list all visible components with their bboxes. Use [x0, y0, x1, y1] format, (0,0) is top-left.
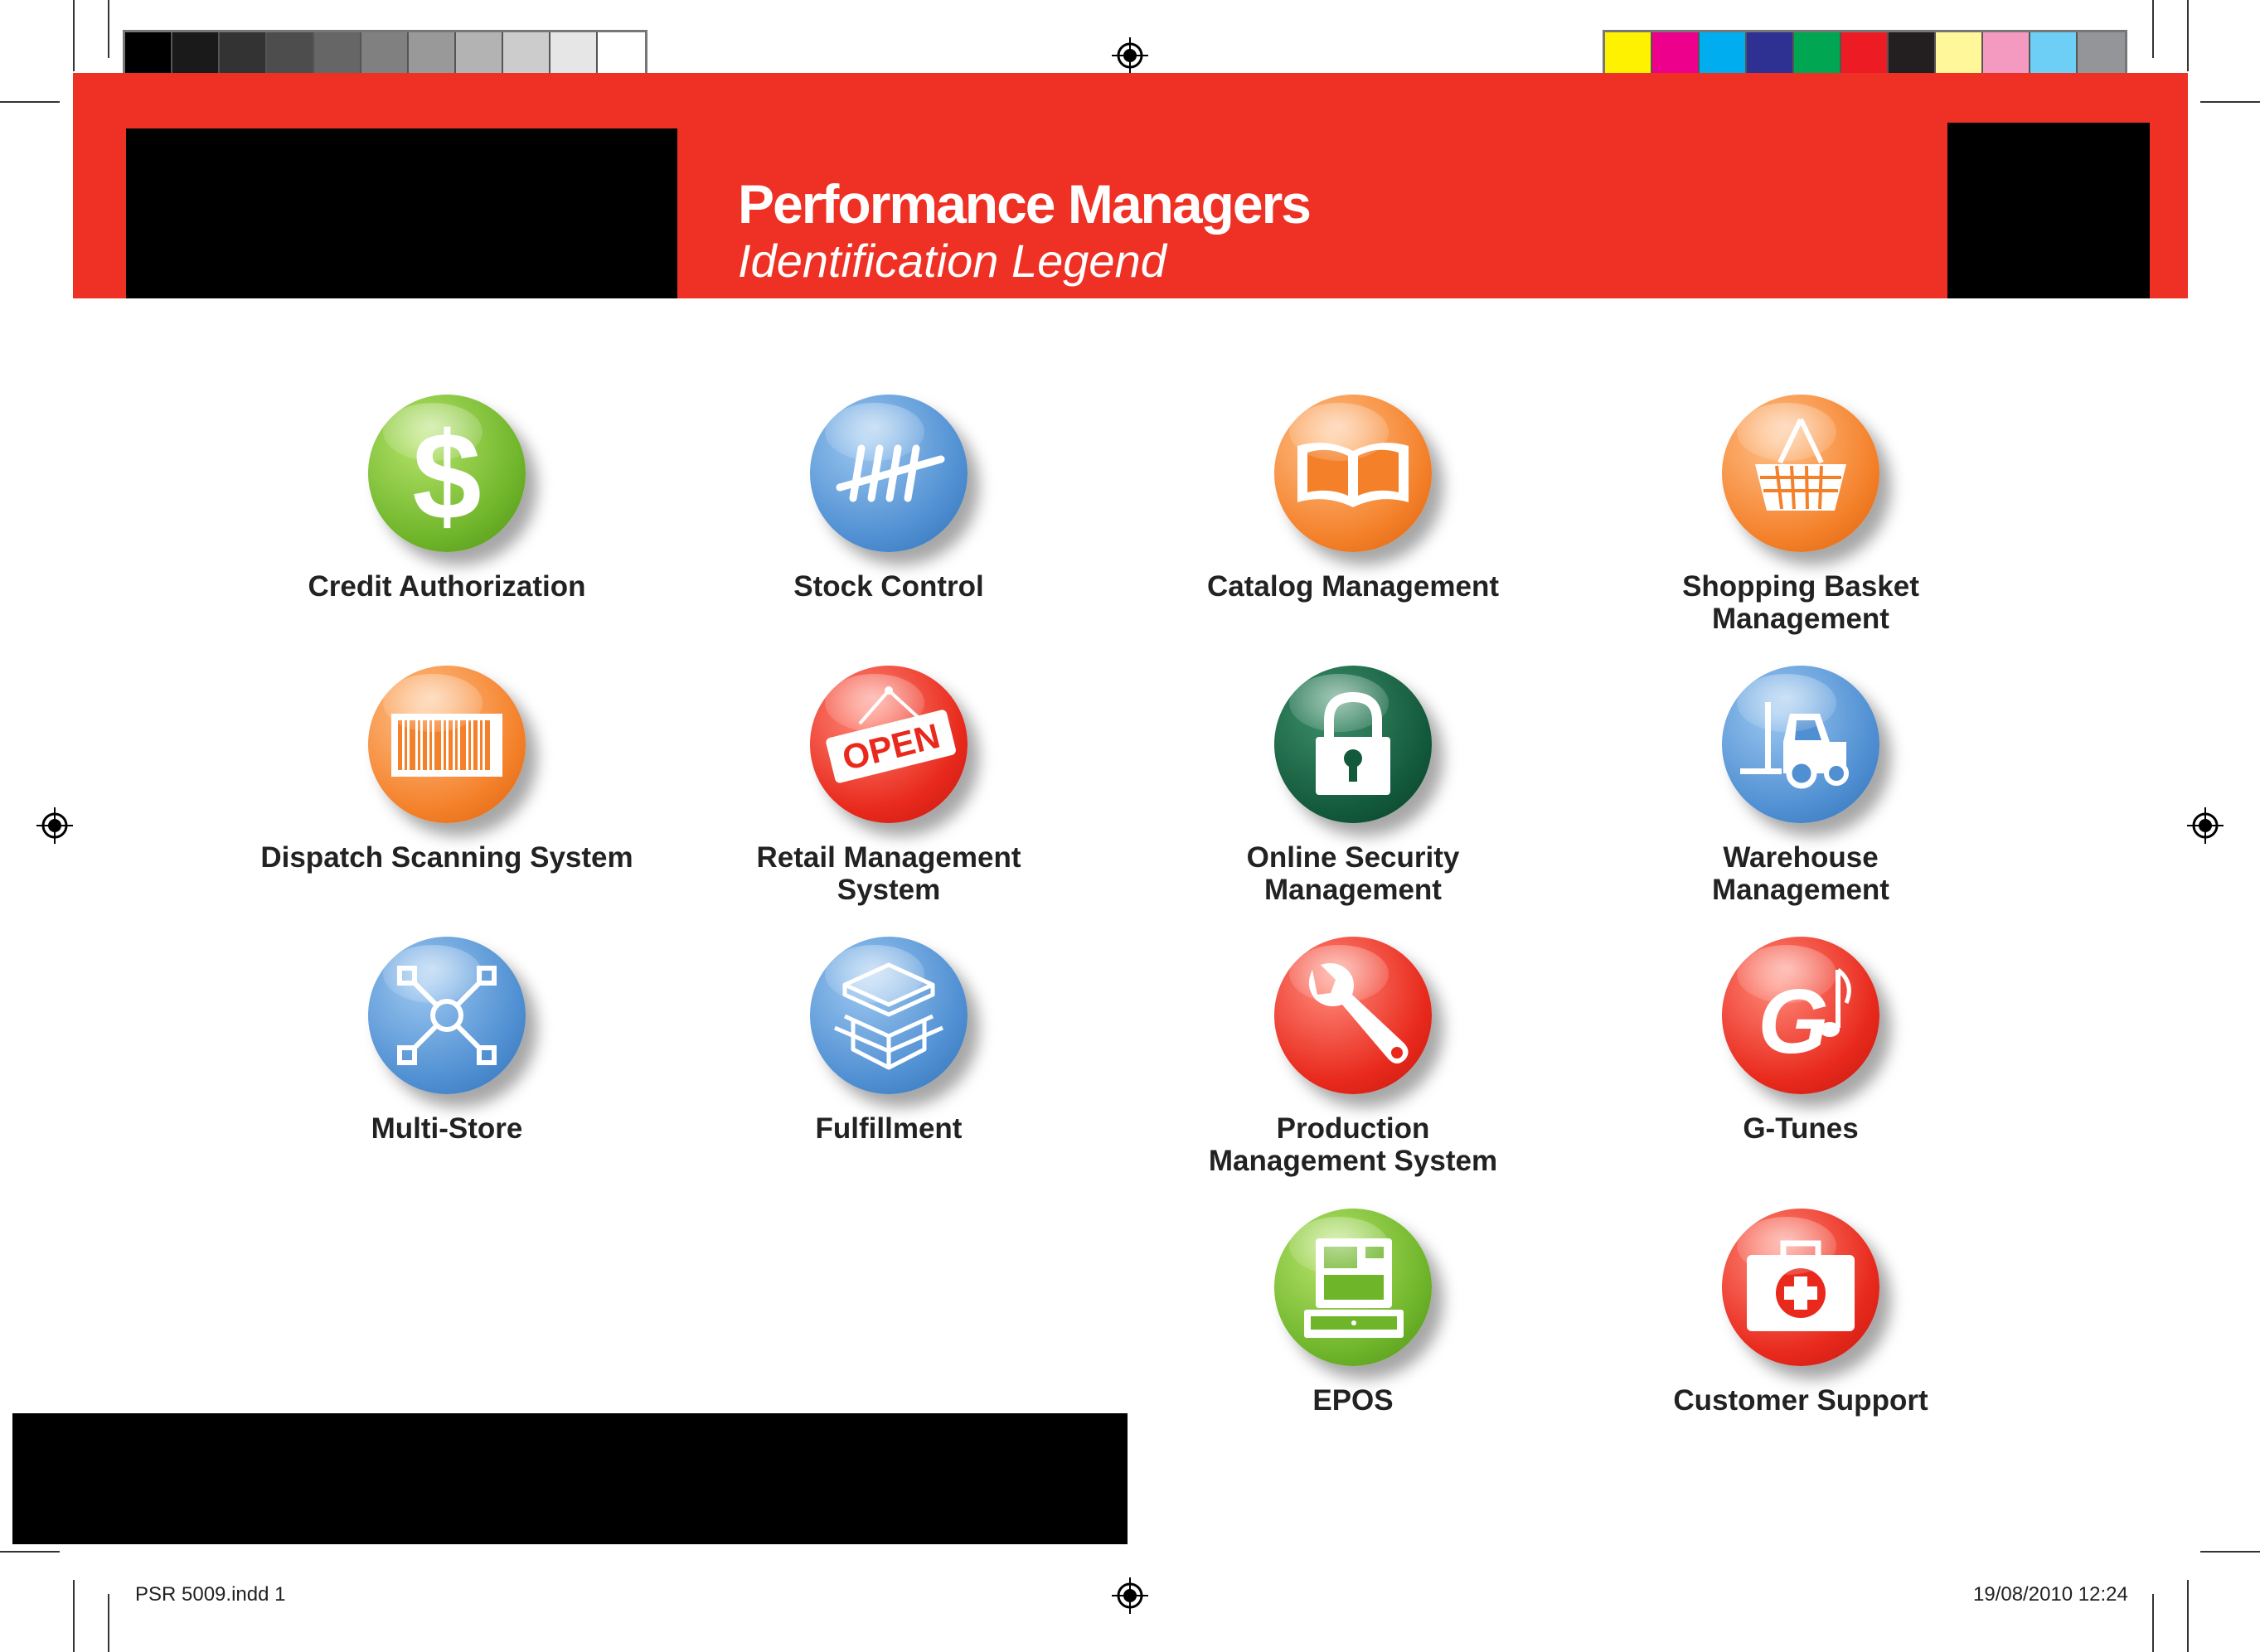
forklift-icon: [1722, 666, 1879, 823]
legend-item-online-security-management: Online Security Management: [1137, 666, 1569, 906]
legend-label: Credit Authorization: [308, 570, 586, 603]
color-swatch: [1983, 32, 2030, 75]
wrench-icon: [1274, 937, 1432, 1094]
dollar-icon: $: [368, 395, 526, 552]
color-swatch: [267, 32, 314, 75]
legend-label: Warehouse Management: [1712, 841, 1889, 906]
crop-mark: [0, 1551, 60, 1553]
color-swatch: [361, 32, 409, 75]
shopping-basket-icon: [1722, 395, 1879, 552]
registration-mark-icon: [1112, 37, 1148, 74]
legend-label: Customer Support: [1673, 1384, 1928, 1417]
legend-item-catalog-management: Catalog Management: [1137, 395, 1569, 603]
color-swatch: [550, 32, 598, 75]
legend-label: Dispatch Scanning System: [260, 841, 633, 874]
crop-mark: [2152, 0, 2154, 58]
file-slug: PSR 5009.indd 1: [135, 1583, 286, 1606]
legend-item-epos: EPOS: [1137, 1209, 1569, 1417]
color-swatch: [1794, 32, 1841, 75]
legend-label: Multi-Store: [371, 1112, 523, 1145]
legend-item-stock-control: Stock Control: [673, 395, 1104, 603]
color-swatch: [456, 32, 503, 75]
barcode-icon: [368, 666, 526, 823]
crop-mark: [2187, 0, 2189, 71]
legend-label: Online Security Management: [1246, 841, 1460, 906]
crop-mark: [108, 1594, 109, 1652]
legend-label: EPOS: [1312, 1384, 1394, 1417]
g-music-note-icon: G: [1722, 937, 1879, 1094]
legend-label: Fulfillment: [815, 1112, 963, 1145]
first-aid-kit-icon: [1722, 1209, 1879, 1366]
color-swatch: [1841, 32, 1889, 75]
color-swatch: [409, 32, 456, 75]
color-swatch: [172, 32, 220, 75]
crop-mark: [2200, 1551, 2260, 1553]
page-title: Performance Managers: [738, 173, 1312, 235]
legend-label: Shopping Basket Management: [1682, 570, 1919, 635]
padlock-icon: [1274, 666, 1432, 823]
legend-item-warehouse-management: Warehouse Management: [1585, 666, 2016, 906]
color-swatch: [1889, 32, 1936, 75]
legend-item-multi-store: Multi-Store: [231, 937, 662, 1145]
color-swatch: [598, 32, 645, 75]
color-swatch: [1747, 32, 1794, 75]
grayscale-color-bar: [123, 30, 647, 78]
color-swatch: [220, 32, 267, 75]
open-book-icon: [1274, 395, 1432, 552]
open-sign-icon: OPEN: [810, 666, 968, 823]
redacted-block: [126, 128, 677, 298]
crop-mark: [2200, 101, 2260, 103]
legend-item-fulfillment: Fulfillment: [673, 937, 1104, 1145]
color-swatch: [1936, 32, 1983, 75]
legend-item-credit-authorization: $ Credit Authorization: [231, 395, 662, 603]
crop-mark: [2152, 1594, 2154, 1652]
process-color-bar: [1603, 30, 2127, 78]
color-swatch: [2078, 32, 2125, 75]
color-swatch: [314, 32, 361, 75]
svg-text:$: $: [412, 406, 481, 545]
legend-item-g-tunes: G G-Tunes: [1585, 937, 2016, 1145]
color-swatch: [1652, 32, 1700, 75]
legend-item-dispatch-scanning-system: Dispatch Scanning System: [231, 666, 662, 874]
legend-item-retail-management-system: OPEN Retail Management System: [673, 666, 1104, 906]
page-subtitle: Identification Legend: [738, 235, 1166, 287]
crop-mark: [2187, 1580, 2189, 1652]
legend-label: Stock Control: [793, 570, 984, 603]
crop-mark: [73, 1580, 75, 1652]
stacked-boxes-icon: [810, 937, 968, 1094]
legend-label: Retail Management System: [756, 841, 1021, 906]
redacted-block: [1947, 123, 2150, 298]
crop-mark: [108, 0, 109, 58]
tally-marks-icon: [810, 395, 968, 552]
registration-mark-icon: [36, 807, 73, 844]
color-swatch: [125, 32, 172, 75]
legend-item-customer-support: Customer Support: [1585, 1209, 2016, 1417]
legend-item-shopping-basket-management: Shopping Basket Management: [1585, 395, 2016, 635]
redacted-block: [12, 1413, 1128, 1544]
color-swatch: [503, 32, 550, 75]
date-slug: 19/08/2010 12:24: [1973, 1583, 2128, 1606]
legend-label: G-Tunes: [1743, 1112, 1859, 1145]
legend-label: Production Management System: [1208, 1112, 1498, 1177]
crop-mark: [73, 0, 75, 71]
network-nodes-icon: [368, 937, 526, 1094]
cash-register-icon: [1274, 1209, 1432, 1366]
legend-item-production-management-system: Production Management System: [1137, 937, 1569, 1177]
color-swatch: [2030, 32, 2078, 75]
registration-mark-icon: [2187, 807, 2224, 844]
registration-mark-icon: [1112, 1577, 1148, 1614]
color-swatch: [1605, 32, 1652, 75]
color-swatch: [1700, 32, 1747, 75]
crop-mark: [0, 101, 60, 103]
g-tunes-glyph: G: [1758, 971, 1829, 1073]
legend-label: Catalog Management: [1207, 570, 1499, 603]
